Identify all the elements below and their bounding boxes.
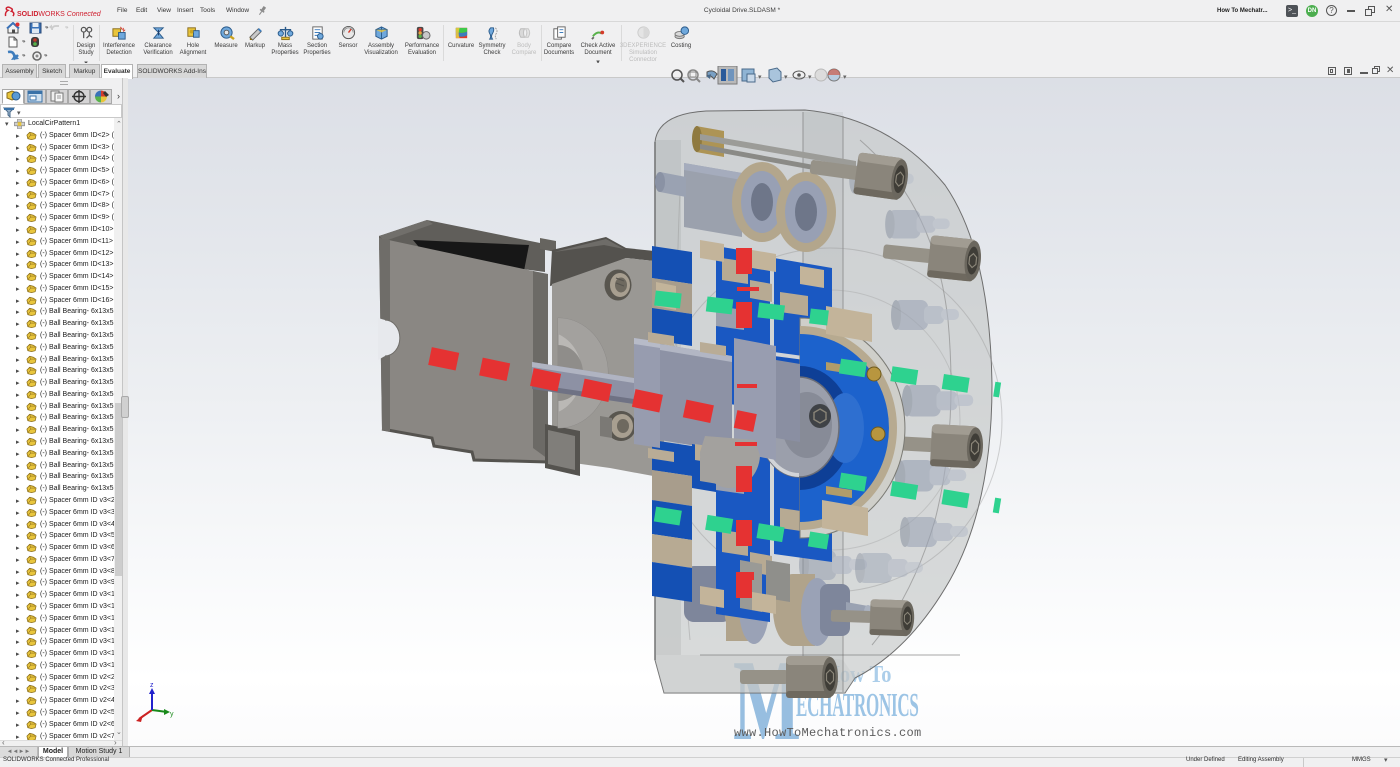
svg-text:▾: ▾: [843, 74, 847, 81]
svg-text:y: y: [170, 711, 174, 718]
svg-text:▾: ▾: [758, 74, 762, 81]
svg-text:▾: ▾: [808, 74, 812, 81]
svg-text:z: z: [150, 682, 154, 689]
svg-text:▾: ▾: [784, 74, 788, 81]
